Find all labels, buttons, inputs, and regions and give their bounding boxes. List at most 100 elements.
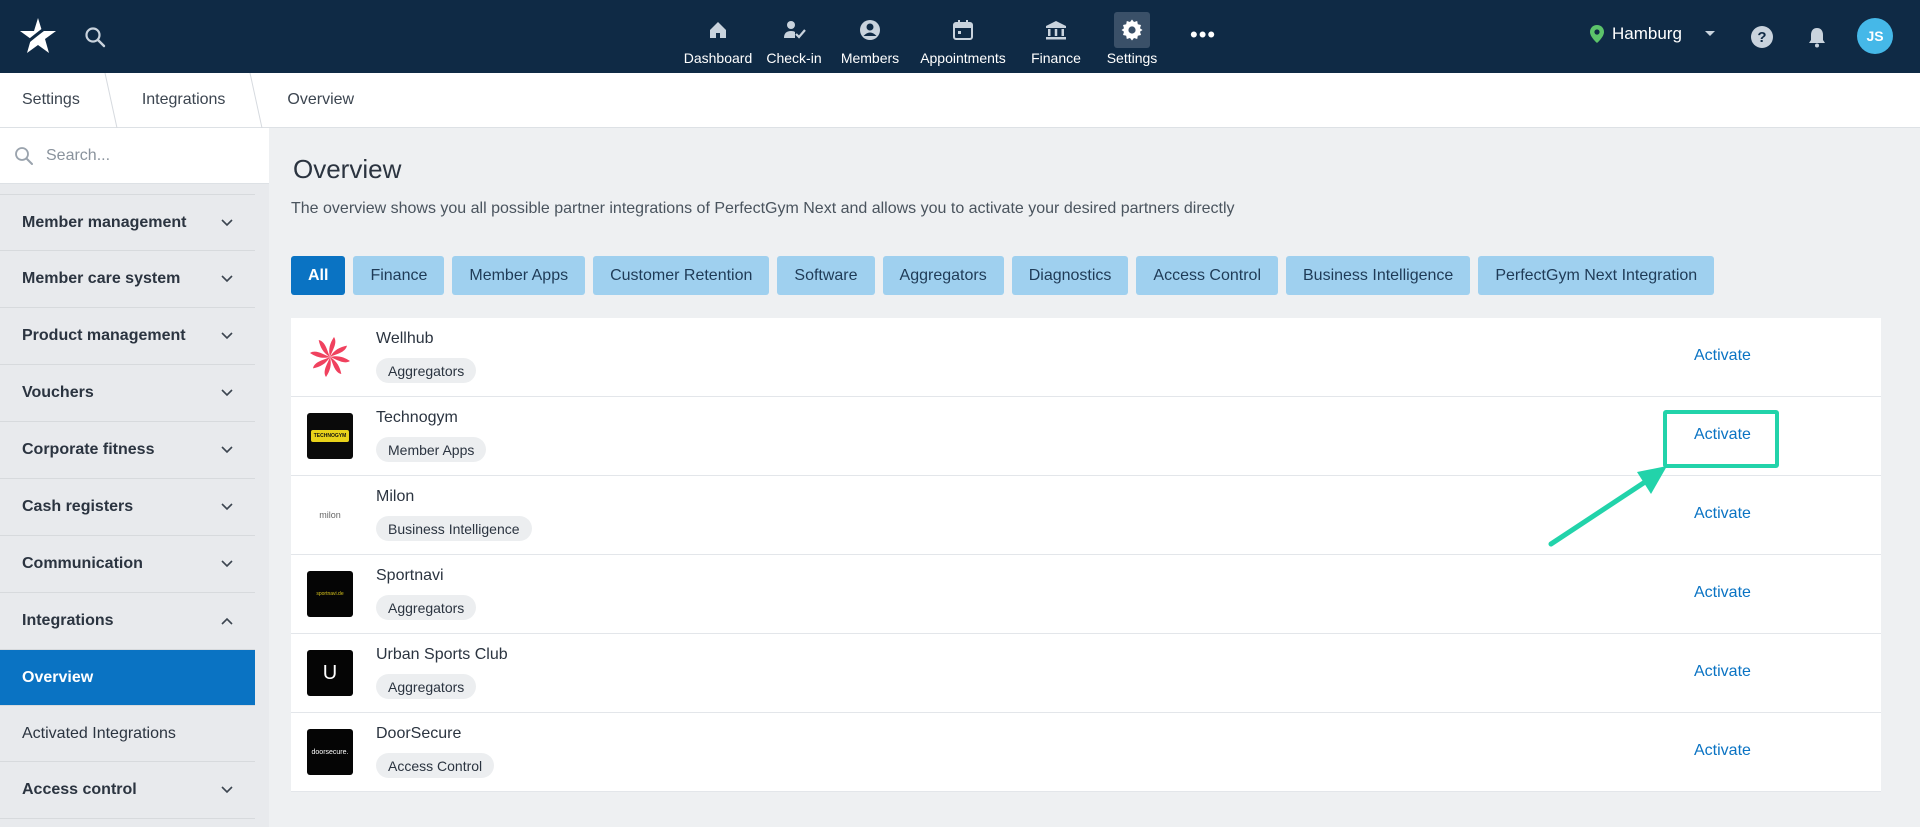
sidebar-item-vouchers[interactable]: Vouchers [0, 365, 255, 422]
sidebar-item-product-management[interactable]: Product management [0, 308, 255, 365]
nav-appointments[interactable]: Appointments [908, 0, 1018, 73]
sidebar-item-access-control[interactable]: Access control [0, 762, 255, 819]
avatar[interactable]: JS [1857, 18, 1893, 54]
app-logo[interactable] [18, 16, 58, 56]
nav-settings[interactable]: Settings [1094, 0, 1170, 73]
chevron-down-icon [221, 332, 233, 340]
gear-icon [1121, 19, 1143, 41]
sportnavi-logo: sportnavi.de [307, 571, 353, 617]
sidebar-item-label: Corporate fitness [22, 441, 155, 458]
nav-label: Appointments [920, 50, 1006, 66]
filter-aggregators[interactable]: Aggregators [882, 256, 1004, 295]
activate-button[interactable]: Activate [1694, 742, 1751, 760]
location-selector[interactable]: Hamburg [1590, 24, 1716, 44]
breadcrumb-integrations[interactable]: Integrations [120, 73, 248, 128]
filter-customer-retention[interactable]: Customer Retention [593, 256, 770, 295]
sidebar-item-label: Communication [22, 555, 143, 572]
help-icon[interactable]: ? [1750, 25, 1774, 49]
integration-row: sportnavi.de Sportnavi Aggregators Activ… [291, 555, 1881, 634]
sidebar-item-label: Member care system [22, 270, 181, 287]
activate-button[interactable]: Activate [1694, 584, 1751, 602]
sidebar-item-cash-registers[interactable]: Cash registers [0, 479, 255, 536]
members-icon [860, 20, 880, 40]
filter-member-apps[interactable]: Member Apps [452, 256, 586, 295]
integration-name: DoorSecure [376, 725, 462, 742]
technogym-logo-text: TECHNOGYM [313, 433, 347, 439]
breadcrumb: Settings Integrations Overview [0, 72, 1920, 128]
location-name: Hamburg [1612, 24, 1682, 43]
integration-category-badge: Member Apps [376, 437, 487, 462]
integration-row: Wellhub Aggregators Activate [291, 318, 1881, 397]
sidebar-item-label: Vouchers [22, 384, 94, 401]
sidebar-item-label: Product management [22, 327, 186, 344]
activate-button[interactable]: Activate [1694, 663, 1751, 681]
sidebar-item-label: Overview [22, 668, 94, 686]
sidebar-search [0, 128, 269, 184]
chevron-down-icon [221, 446, 233, 454]
nav-label: Settings [1106, 50, 1158, 66]
more-menu-icon[interactable]: ••• [1190, 0, 1216, 73]
search-icon[interactable] [84, 26, 106, 48]
breadcrumb-overview: Overview [287, 91, 355, 108]
nav-dashboard[interactable]: Dashboard [680, 0, 756, 73]
nav-finance[interactable]: Finance [1018, 0, 1094, 73]
filter-access-control[interactable]: Access Control [1136, 256, 1278, 295]
sidebar-item-integrations[interactable]: Integrations [0, 593, 255, 650]
integration-row: doorsecure. DoorSecure Access Control Ac… [291, 713, 1881, 792]
nav-members[interactable]: Members [832, 0, 908, 73]
nav-label: Check-in [766, 50, 822, 66]
sportnavi-logo-text: sportnavi.de [316, 591, 344, 597]
filter-business-intelligence[interactable]: Business Intelligence [1286, 256, 1471, 295]
sidebar-item-corporate-fitness[interactable]: Corporate fitness [0, 422, 255, 479]
sidebar-subitem-activated-integrations[interactable]: Activated Integrations [0, 706, 255, 762]
filter-finance[interactable]: Finance [353, 256, 445, 295]
nav-check-in[interactable]: Check-in [756, 0, 832, 73]
breadcrumb-separator [104, 72, 118, 128]
doorsecure-logo: doorsecure. [307, 729, 353, 775]
integration-row: U Urban Sports Club Aggregators Activate [291, 634, 1881, 713]
nav-label: Finance [1031, 50, 1081, 66]
chevron-up-icon [221, 617, 233, 625]
integration-name: Sportnavi [376, 567, 444, 584]
nav-label: Dashboard [683, 50, 753, 66]
chevron-down-icon [221, 389, 233, 397]
filter-perfectgym-next-integration[interactable]: PerfectGym Next Integration [1478, 256, 1715, 295]
technogym-logo: TECHNOGYM [307, 413, 353, 459]
milon-logo: milon [307, 492, 353, 538]
page-title: Overview [293, 154, 402, 184]
top-bar: Dashboard Check-in Members Appointments … [0, 0, 1920, 73]
activate-button[interactable]: Activate [1694, 505, 1751, 523]
chevron-down-icon [1704, 31, 1715, 36]
filter-diagnostics[interactable]: Diagnostics [1011, 256, 1129, 295]
sidebar-search-input[interactable] [46, 146, 246, 165]
sidebar-item-label: Cash registers [22, 498, 134, 515]
sidebar-item-member-management[interactable]: Member management [0, 194, 255, 251]
bank-icon [1046, 21, 1066, 40]
integration-category-badge: Business Intelligence [376, 516, 532, 541]
integration-category-badge: Aggregators [376, 595, 477, 620]
chevron-down-icon [221, 275, 233, 283]
check-in-icon [784, 21, 806, 39]
breadcrumb-settings[interactable]: Settings [0, 73, 102, 128]
sidebar-subitem-overview[interactable]: Overview [0, 650, 255, 706]
sidebar-item-member-care-system[interactable]: Member care system [0, 251, 255, 308]
nav-label: Members [840, 50, 900, 66]
integration-name: Urban Sports Club [376, 646, 508, 663]
integration-name: Wellhub [376, 330, 434, 347]
chevron-down-icon [221, 560, 233, 568]
urban-sports-club-logo-text: U [322, 661, 338, 684]
highlight-box [1663, 410, 1779, 468]
annotation-arrow-icon [1548, 466, 1667, 547]
calendar-icon [953, 20, 973, 40]
sidebar-item-label: Member management [22, 213, 187, 231]
sidebar-item-label: Access control [22, 781, 137, 798]
sidebar-item-communication[interactable]: Communication [0, 536, 255, 593]
chevron-down-icon [221, 786, 233, 794]
filter-software[interactable]: Software [777, 256, 875, 295]
filter-all[interactable]: All [291, 256, 346, 295]
sidebar: Member management Member care system Pro… [0, 128, 269, 827]
bell-icon[interactable] [1806, 26, 1828, 48]
activate-button[interactable]: Activate [1694, 347, 1751, 365]
svg-text:?: ? [1757, 29, 1766, 46]
